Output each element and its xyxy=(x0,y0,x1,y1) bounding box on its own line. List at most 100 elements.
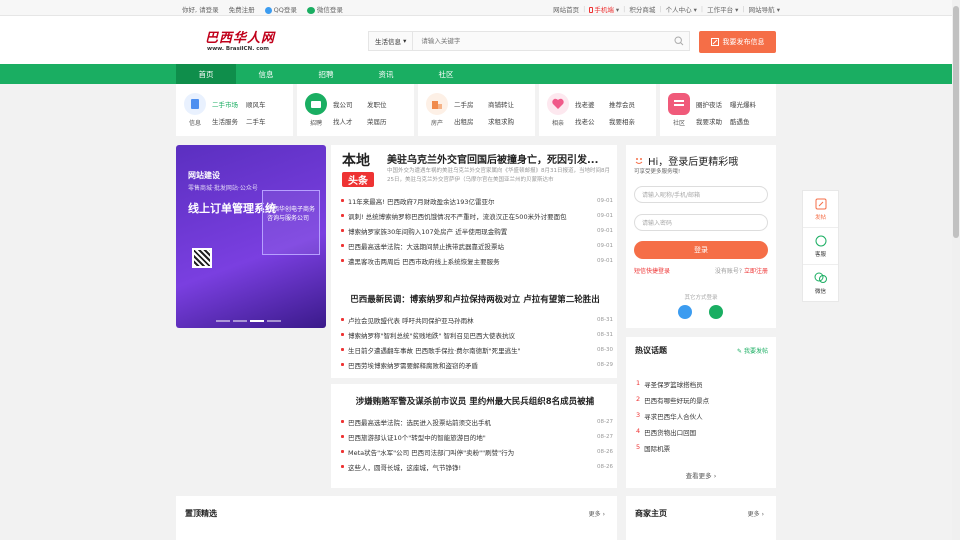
list-item[interactable]: 3 寻求巴西华人合伙人 xyxy=(636,411,709,427)
list-item[interactable]: 讽刺! 总统博索纳罗称巴西饥饿情况不严重时，流浪汉正在500米外讨要面包 09-0… xyxy=(341,208,613,223)
username-field[interactable]: 请输入昵称/手机/邮箱 xyxy=(634,186,768,203)
link-used-car[interactable]: 二手车 xyxy=(246,114,280,131)
list-item[interactable]: 巴西最高选举法院：选民进入投票站前须交出手机 08-27 xyxy=(341,414,613,429)
link-wanted[interactable]: 求租求购 xyxy=(488,114,522,131)
link-night-talk[interactable]: 圈护夜话 xyxy=(696,97,730,114)
carousel-dot-active[interactable] xyxy=(250,320,264,322)
home-link[interactable]: 网站首页 xyxy=(553,4,579,14)
publish-info-button[interactable]: 我要发布信息 xyxy=(699,31,776,53)
news-date: 08-31 xyxy=(597,331,613,338)
list-item[interactable]: 11年来最高! 巴西政府7月财政盈余达193亿雷亚尔 09-01 xyxy=(341,193,613,208)
list-item[interactable]: 4 巴西货物出口回国 xyxy=(636,427,709,443)
topic-title: 巴西有哪些好玩的景点 xyxy=(644,397,710,405)
user-center-label: 个人中心 xyxy=(665,6,692,14)
list-item[interactable]: 遭黑客攻击两周后 巴西市政府线上系统恢复主要服务 09-01 xyxy=(341,253,613,268)
register-link[interactable]: 免费注册 xyxy=(229,4,255,14)
merchant-more-link[interactable]: 更多 › xyxy=(748,509,764,518)
carousel-dot[interactable] xyxy=(233,320,247,322)
list-item[interactable]: 1 寻圣保罗篮球搭档员 xyxy=(636,379,709,395)
post-topic-button[interactable]: ✎ 我要发帖 xyxy=(737,346,768,355)
nav-news[interactable]: 资讯 xyxy=(356,64,416,84)
link-rental[interactable]: 出租房 xyxy=(454,114,488,131)
news-list-1: 11年来最高! 巴西政府7月财政盈余达193亿雷亚尔 09-01 讽刺! 总统博索… xyxy=(341,193,613,268)
scrollbar-thumb[interactable] xyxy=(953,6,959,238)
news-date: 09-01 xyxy=(597,227,613,234)
link-secondhand-house[interactable]: 二手房 xyxy=(454,97,488,114)
link-secondhand-market[interactable]: 二手市场 xyxy=(212,97,246,114)
search-input[interactable] xyxy=(413,37,669,45)
news-date: 09-01 xyxy=(597,257,613,264)
link-want-dating[interactable]: 我要相亲 xyxy=(609,114,643,131)
list-item[interactable]: 卢拉会见欧盟代表 呼吁共同保护亚马孙雨林 08-31 xyxy=(341,312,613,327)
wechat-login[interactable]: 微信登录 xyxy=(306,4,343,14)
featured-more-label: 更多 xyxy=(588,511,601,518)
password-field[interactable]: 请输入密码 xyxy=(634,214,768,231)
site-nav-link[interactable]: 网站导航 ▾ xyxy=(749,4,780,14)
link-fish[interactable]: 酷遇鱼 xyxy=(730,114,764,131)
nav-community[interactable]: 社区 xyxy=(416,64,476,84)
side-wechat-button[interactable]: 微信 xyxy=(803,265,838,302)
link-find-wife[interactable]: 找老婆 xyxy=(575,97,609,114)
work-platform-link[interactable]: 工作平台 ▾ xyxy=(707,4,738,14)
register-now-link[interactable]: 立即注册 xyxy=(744,268,768,275)
search-category-select[interactable]: 生活信息 ▾ xyxy=(369,32,414,50)
news-title: 巴西最高选举法院：选民进入投票站前须交出手机 xyxy=(341,417,491,427)
side-service-label: 客服 xyxy=(814,251,826,258)
side-service-button[interactable]: 客服 xyxy=(803,228,838,265)
list-item[interactable]: 2 巴西有哪些好玩的景点 xyxy=(636,395,709,411)
news-date: 08-30 xyxy=(597,346,613,353)
login-panel: Hi，登录后更精彩哦 可享受更多服务哦! 请输入昵称/手机/邮箱 请输入密码 登… xyxy=(626,145,776,328)
post-topic-label: 我要发帖 xyxy=(743,348,768,355)
points-mall-link[interactable]: 积分商城 xyxy=(629,4,655,14)
headline-link[interactable]: 美驻乌克兰外交官回国后被撞身亡，死因引发... xyxy=(387,151,613,166)
link-life-service[interactable]: 生活服务 xyxy=(212,114,246,131)
link-shop-transfer[interactable]: 商铺转让 xyxy=(488,97,522,114)
list-item[interactable]: 博索纳罗称"智利总统"贫贱地跌" 智利召见巴西大使表抗议 08-31 xyxy=(341,327,613,342)
list-item[interactable]: 这些人，圆哥长城，这座城，气节铮铮! 08-26 xyxy=(341,459,613,474)
nav-jobs[interactable]: 招聘 xyxy=(296,64,356,84)
login-greeting: Hi，登录后更精彩哦 xyxy=(648,157,739,168)
link-post-job[interactable]: 发职位 xyxy=(367,97,401,114)
login-button[interactable]: 登录 xyxy=(634,241,768,259)
link-my-company[interactable]: 我公司 xyxy=(333,97,367,114)
mobile-link[interactable]: 手机端 ▾ xyxy=(589,4,619,14)
link-recommended-members[interactable]: 推荐会员 xyxy=(609,97,643,114)
link-exposure[interactable]: 曝光爆料 xyxy=(730,97,764,114)
link-find-husband[interactable]: 找老公 xyxy=(575,114,609,131)
section-headline-arrest[interactable]: 涉嫌贿赂军警及谋杀前市议员 里约州最大民兵组织8名成员被捕 xyxy=(335,395,615,407)
list-item[interactable]: 5 国际机票 xyxy=(636,443,709,459)
search-button[interactable] xyxy=(669,32,689,50)
wechat-login-icon[interactable] xyxy=(709,305,723,319)
list-item[interactable]: 巴西最高选举法院：大选期间禁止携带武器靠近投票站 09-01 xyxy=(341,238,613,253)
qq-login[interactable]: QQ登录 xyxy=(264,4,297,14)
link-resume[interactable]: 荣届历 xyxy=(367,114,401,131)
banner-company-box: 巴西华创电子商务咨询与服务公司 xyxy=(262,190,320,255)
qq-login-icon[interactable] xyxy=(678,305,692,319)
side-post-button[interactable]: 发帖 xyxy=(803,191,838,228)
user-center-link[interactable]: 个人中心 ▾ xyxy=(666,4,697,14)
nav-home[interactable]: 首页 xyxy=(176,64,236,84)
list-item[interactable]: 巴西劳埃博索纳罗需要解释腐败和盗窃的矛盾 08-29 xyxy=(341,357,613,372)
promo-banner[interactable]: 网站建设 零售商城·批发网站·公众号 线上订单管理系统 巴西华创电子商务咨询与服… xyxy=(176,145,326,328)
carousel-dot[interactable] xyxy=(216,320,230,322)
list-item[interactable]: 生日前夕遭遇翻车事故 巴西歌手保拉·费尔南德斯"死里逃生" 08-30 xyxy=(341,342,613,357)
carousel-dot[interactable] xyxy=(267,320,281,322)
search-bar: 生活信息 ▾ xyxy=(368,31,690,51)
other-login-label: 其它方式登录 xyxy=(684,295,718,301)
link-rideshare[interactable]: 顺风车 xyxy=(246,97,280,114)
scrollbar[interactable] xyxy=(952,0,960,540)
site-logo[interactable]: 巴西华人网 www. BrasilCN. com xyxy=(205,27,275,53)
link-find-talent[interactable]: 找人才 xyxy=(333,114,367,131)
category-info: 信息 二手市场 顺风车 生活服务 二手车 xyxy=(176,84,293,136)
featured-more-link[interactable]: 更多 › xyxy=(589,509,605,518)
list-item[interactable]: Meta状告"水军"公司 巴西司法部门叫停"卖粉""刷赞"行为 08-26 xyxy=(341,444,613,459)
list-item[interactable]: 博索纳罗家族30年间购入107处房产 近半使用现金购置 09-01 xyxy=(341,223,613,238)
login-link[interactable]: 请登录 xyxy=(199,6,219,14)
list-item[interactable]: 巴西旅游部认证10个"转型中的智能旅游目的地" 08-27 xyxy=(341,429,613,444)
section-headline-poll[interactable]: 巴西最新民调：博索纳罗和卢拉保持两极对立 卢拉有望第二轮胜出 xyxy=(335,293,615,305)
view-more-topics[interactable]: 查看更多 › xyxy=(626,470,776,480)
nav-info[interactable]: 信息 xyxy=(236,64,296,84)
link-help[interactable]: 我要求助 xyxy=(696,114,730,131)
side-wechat-label: 微信 xyxy=(814,289,826,295)
sms-login-link[interactable]: 短信快捷登录 xyxy=(634,266,670,275)
